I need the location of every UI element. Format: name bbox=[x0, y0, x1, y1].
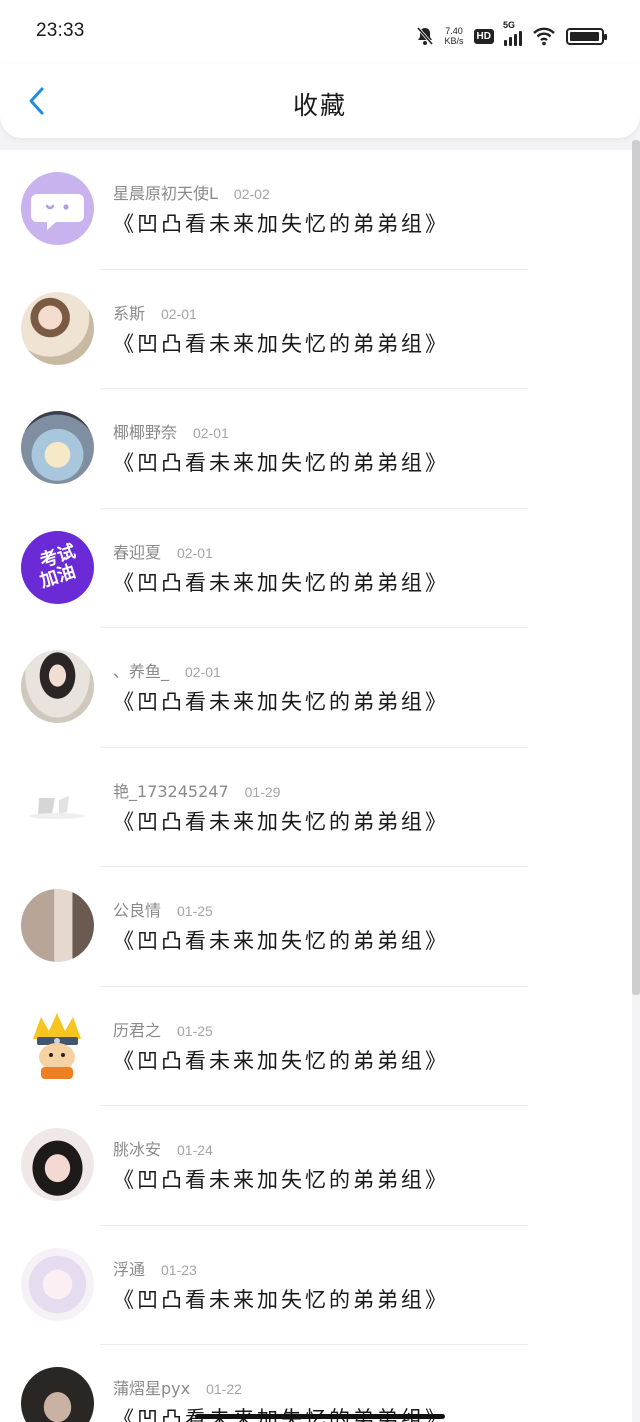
mute-bell-icon bbox=[416, 27, 433, 45]
net-speed: 7.40 KB/s bbox=[445, 26, 464, 46]
battery-icon bbox=[566, 27, 607, 45]
status-time: 23:33 bbox=[36, 20, 85, 41]
battery-fill bbox=[570, 31, 599, 41]
post-title[interactable]: 《凹凸看未来加失忆的弟弟组》 bbox=[113, 1284, 449, 1314]
avatar[interactable] bbox=[21, 769, 94, 843]
post-date: 01-22 bbox=[206, 1381, 242, 1397]
wifi-icon bbox=[533, 27, 555, 46]
author-name: 、养鱼_ bbox=[113, 662, 170, 681]
signal-label: 5G bbox=[503, 20, 516, 30]
post-date: 02-01 bbox=[185, 664, 221, 680]
home-indicator[interactable] bbox=[195, 1414, 445, 1419]
list-item[interactable]: 艳_173245247 01-29 《凹凸看未来加失忆的弟弟组》 bbox=[0, 748, 632, 867]
list-item[interactable]: 浮通 01-23 《凹凸看未来加失忆的弟弟组》 bbox=[0, 1226, 632, 1345]
avatar[interactable]: 考试 加油 bbox=[21, 530, 94, 604]
avatar[interactable] bbox=[21, 411, 94, 484]
avatar[interactable] bbox=[21, 650, 94, 723]
avatar[interactable] bbox=[21, 1008, 94, 1082]
list-item[interactable]: 系斯 02-01 《凹凸看未来加失忆的弟弟组》 bbox=[0, 270, 632, 389]
post-title[interactable]: 《凹凸看未来加失忆的弟弟组》 bbox=[113, 806, 449, 836]
author-name: 历君之 bbox=[113, 1020, 162, 1040]
post-date: 02-01 bbox=[161, 305, 197, 322]
post-title[interactable]: 《凹凸看未来加失忆的弟弟组》 bbox=[113, 328, 449, 358]
post-date: 01-23 bbox=[161, 1261, 197, 1278]
author-name: 星晨原初天使L bbox=[113, 184, 218, 203]
header: 收藏 bbox=[0, 64, 640, 138]
list-item[interactable]: 星晨原初天使L 02-02 《凹凸看未来加失忆的弟弟组》 bbox=[0, 150, 632, 270]
list-item[interactable]: 历君之 01-25 《凹凸看未来加失忆的弟弟组》 bbox=[0, 987, 632, 1106]
post-title[interactable]: 《凹凸看未来加失忆的弟弟组》 bbox=[113, 1403, 449, 1422]
post-title[interactable]: 《凹凸看未来加失忆的弟弟组》 bbox=[113, 925, 449, 955]
author-name: 公良情 bbox=[113, 901, 162, 920]
author-name: 春迎夏 bbox=[113, 542, 162, 562]
signal-icon: 5G bbox=[503, 20, 522, 46]
chat-bubble-icon bbox=[31, 194, 84, 230]
post-title[interactable]: 《凹凸看未来加失忆的弟弟组》 bbox=[113, 208, 449, 238]
avatar[interactable] bbox=[21, 291, 94, 365]
avatar[interactable] bbox=[21, 172, 94, 245]
list-item[interactable]: 朓冰安 01-24 《凹凸看未来加失忆的弟弟组》 bbox=[0, 1106, 632, 1226]
post-title[interactable]: 《凹凸看未来加失忆的弟弟组》 bbox=[113, 686, 449, 716]
net-speed-value: 7.40 bbox=[445, 26, 463, 36]
post-date: 01-25 bbox=[177, 1022, 213, 1039]
post-title[interactable]: 《凹凸看未来加失忆的弟弟组》 bbox=[113, 1164, 449, 1194]
author-name: 朓冰安 bbox=[113, 1140, 162, 1159]
faded-image-icon bbox=[29, 795, 85, 819]
post-date: 02-01 bbox=[177, 544, 213, 561]
avatar[interactable] bbox=[21, 1367, 94, 1422]
hd-badge: HD bbox=[473, 28, 494, 44]
avatar[interactable] bbox=[21, 889, 94, 962]
post-date: 01-25 bbox=[177, 903, 213, 919]
list-item[interactable]: 蒲熠星pyx 01-22 《凹凸看未来加失忆的弟弟组》 bbox=[0, 1345, 632, 1422]
net-speed-unit: KB/s bbox=[444, 36, 464, 46]
list-item[interactable]: 、养鱼_ 02-01 《凹凸看未来加失忆的弟弟组》 bbox=[0, 628, 632, 748]
author-name: 椰椰野奈 bbox=[113, 423, 178, 442]
avatar[interactable] bbox=[21, 1128, 94, 1201]
page-title: 收藏 bbox=[292, 91, 347, 120]
author-name: 浮通 bbox=[113, 1259, 146, 1279]
author-name: 蒲熠星pyx bbox=[113, 1379, 191, 1398]
post-title[interactable]: 《凹凸看未来加失忆的弟弟组》 bbox=[113, 1045, 449, 1075]
post-date: 01-29 bbox=[244, 783, 281, 800]
cartoon-face-icon bbox=[33, 1012, 81, 1079]
author-name: 艳_173245247 bbox=[113, 781, 229, 801]
favorites-list[interactable]: 星晨原初天使L 02-02 《凹凸看未来加失忆的弟弟组》 系斯 02-01 《凹凸看… bbox=[0, 150, 632, 1422]
post-date: 01-24 bbox=[177, 1142, 213, 1158]
list-item[interactable]: 考试 加油 春迎夏 02-01 《凹凸看未来加失忆的弟弟组》 bbox=[0, 509, 632, 628]
list-item[interactable]: 椰椰野奈 02-01 《凹凸看未来加失忆的弟弟组》 bbox=[0, 389, 632, 509]
list-item[interactable]: 公良情 01-25 《凹凸看未来加失忆的弟弟组》 bbox=[0, 867, 632, 987]
scrollbar[interactable] bbox=[632, 140, 640, 995]
post-title[interactable]: 《凹凸看未来加失忆的弟弟组》 bbox=[113, 447, 449, 477]
post-date: 02-01 bbox=[193, 425, 229, 441]
status-bar: 23:33 7.40 KB/s HD 5G bbox=[0, 0, 640, 64]
post-title[interactable]: 《凹凸看未来加失忆的弟弟组》 bbox=[113, 567, 449, 597]
post-date: 02-02 bbox=[233, 186, 270, 202]
status-icons: 7.40 KB/s HD 5G bbox=[415, 20, 607, 52]
avatar[interactable] bbox=[21, 1247, 94, 1321]
author-name: 系斯 bbox=[113, 303, 146, 323]
